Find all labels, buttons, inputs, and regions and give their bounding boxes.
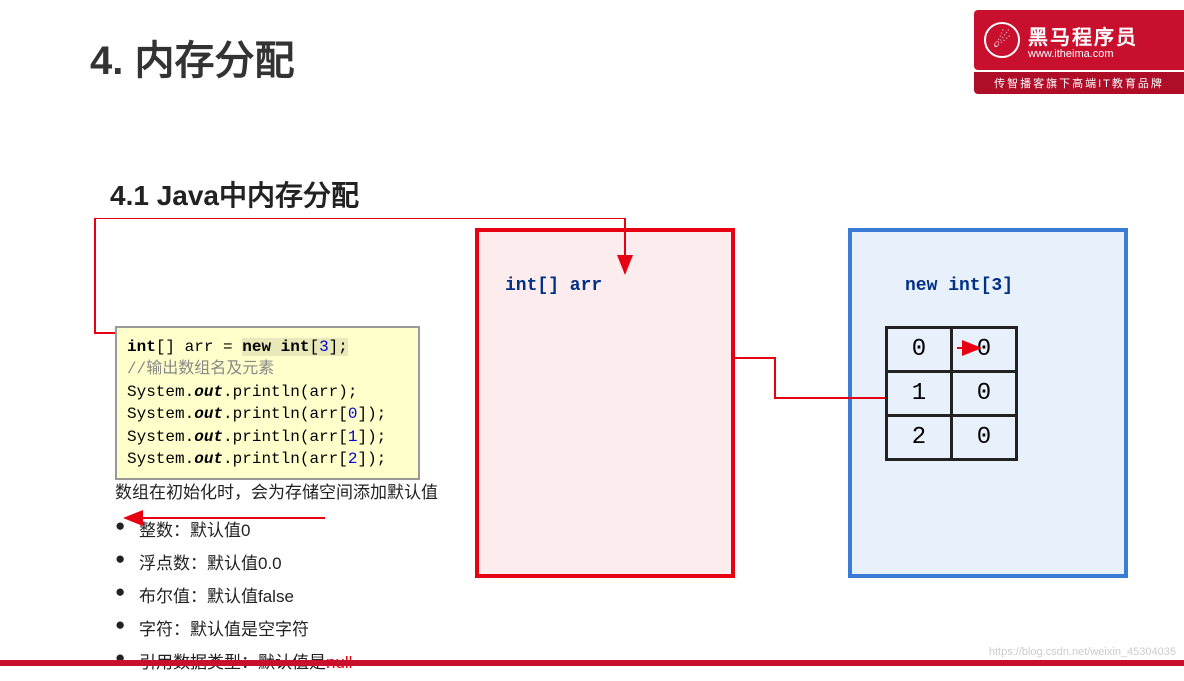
heap-value-2: 0 bbox=[952, 416, 1017, 460]
heap-value-1: 0 bbox=[952, 372, 1017, 416]
table-row: 1 0 bbox=[887, 372, 1017, 416]
section-title: 4.1 Java中内存分配 bbox=[110, 174, 359, 214]
brand-title: 黑马程序员 bbox=[1028, 21, 1138, 50]
brand-logo-icon: ☄ bbox=[984, 22, 1020, 58]
list-item: 浮点数：默认值0.0 bbox=[115, 549, 352, 574]
heap-index-2: 2 bbox=[887, 416, 952, 460]
footer-bar bbox=[0, 660, 1184, 666]
list-item: 整数：默认值0 bbox=[115, 516, 352, 541]
code-snippet: int[] arr = new int[3]; //输出数组名及元素 Syste… bbox=[115, 326, 420, 480]
heap-index-0: 0 bbox=[887, 328, 952, 372]
description-text: 数组在初始化时，会为存储空间添加默认值 bbox=[115, 478, 438, 503]
brand-badge: ☄ 黑马程序员 www.itheima.com bbox=[974, 10, 1184, 70]
table-row: 2 0 bbox=[887, 416, 1017, 460]
list-item: 布尔值：默认值false bbox=[115, 582, 352, 607]
brand-subtitle: 传智播客旗下高端IT教育品牌 bbox=[974, 72, 1184, 94]
memory-diagram: int[] arr new int[3] 0 0 1 0 2 0 int[] a… bbox=[85, 218, 1124, 646]
heap-label: new int[3] bbox=[905, 276, 1013, 296]
default-values-list: 整数：默认值0 浮点数：默认值0.0 布尔值：默认值false 字符：默认值是空… bbox=[115, 508, 352, 681]
stack-label: int[] arr bbox=[505, 276, 602, 296]
watermark: https://blog.csdn.net/weixin_45304035 bbox=[989, 646, 1176, 658]
heap-index-1: 1 bbox=[887, 372, 952, 416]
table-row: 0 0 bbox=[887, 328, 1017, 372]
heap-array-table: 0 0 1 0 2 0 bbox=[885, 326, 1018, 461]
brand-url: www.itheima.com bbox=[1028, 48, 1138, 60]
list-item: 字符：默认值是空字符 bbox=[115, 615, 352, 640]
slide-title: 4. 内存分配 bbox=[90, 28, 294, 86]
heap-value-0: 0 bbox=[952, 328, 1017, 372]
